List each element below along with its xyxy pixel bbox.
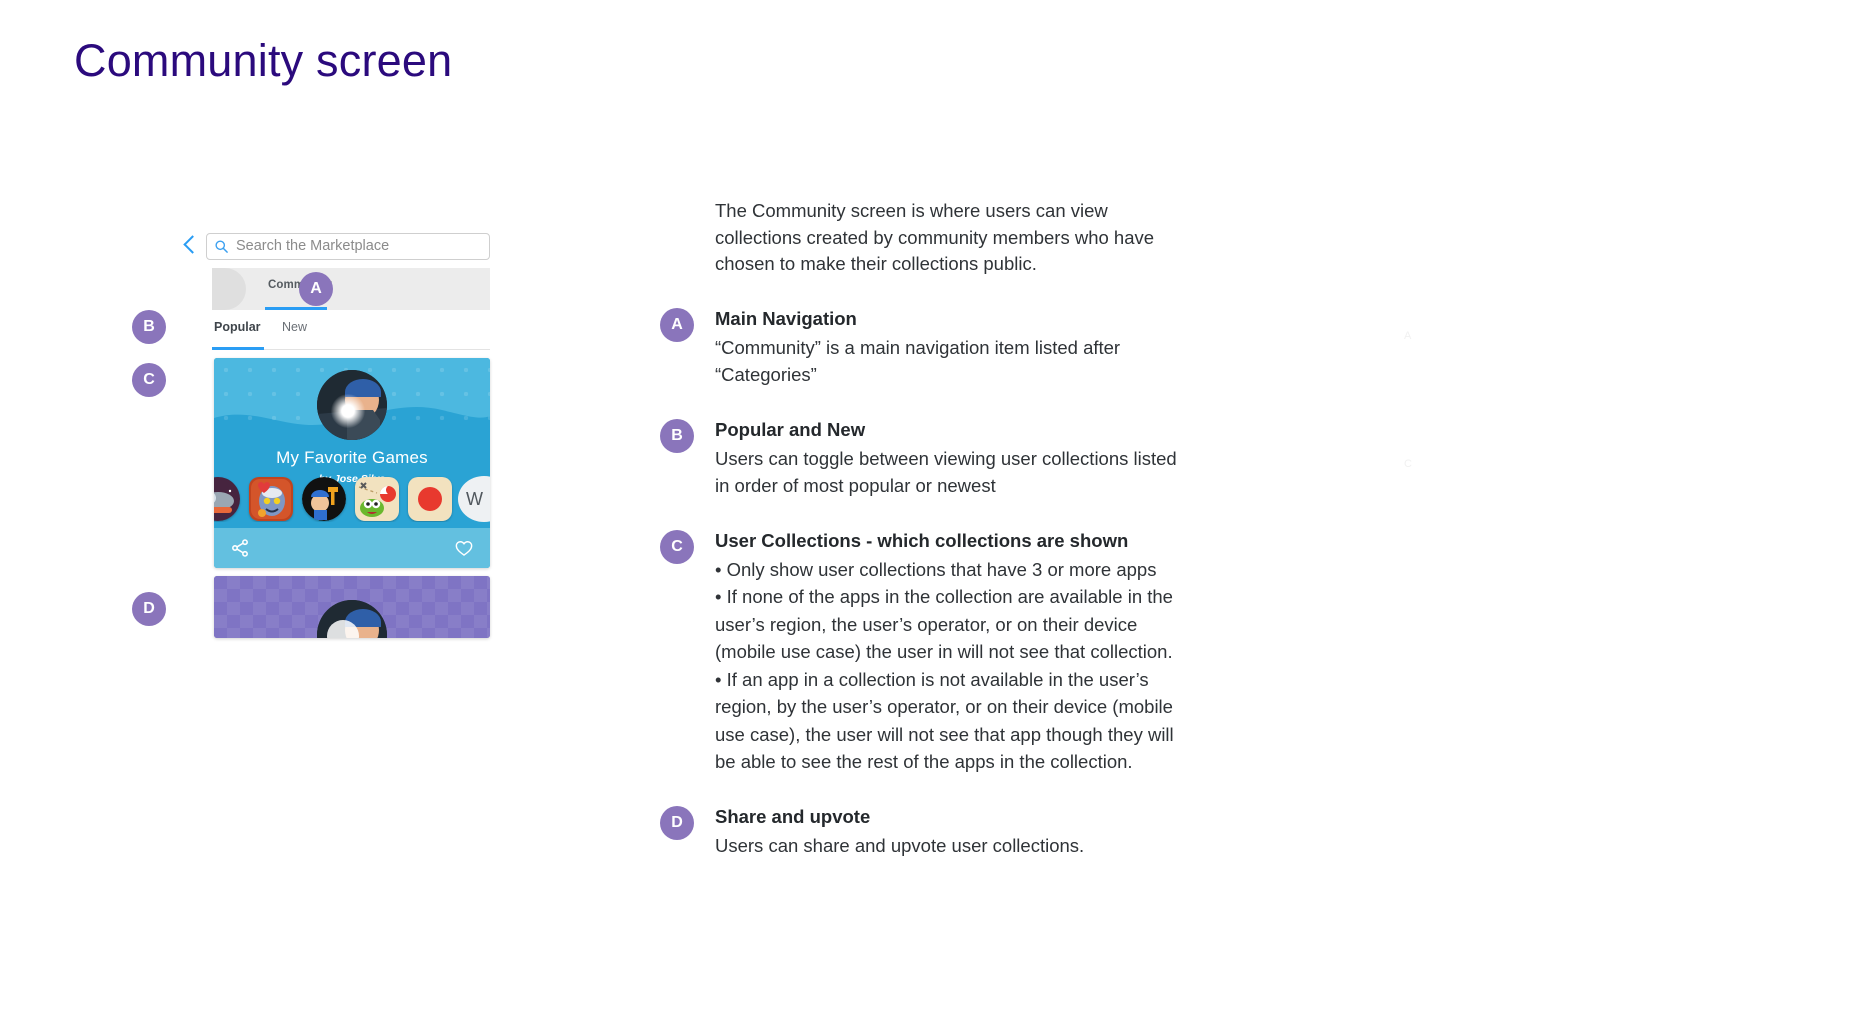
collection-card-next-hero [214, 576, 490, 638]
note-badge-b: B [660, 418, 694, 453]
note-badge-a: A [660, 307, 694, 342]
app-icon-5[interactable] [408, 477, 452, 521]
callout-badge-b: B [132, 310, 166, 344]
search-placeholder: Search the Marketplace [236, 237, 390, 254]
subtab-active-underline [212, 347, 264, 350]
note-c: C User Collections - which collections a… [660, 528, 1180, 776]
search-icon [215, 239, 228, 253]
ghost-mark-c: C [1404, 458, 1412, 470]
note-c-bullet-2: • If none of the apps in the collection … [715, 586, 1173, 663]
ghost-mark-a: A [1404, 330, 1412, 342]
note-title-b: Popular and New [715, 418, 866, 440]
slide-canvas: Community screen A C Search the Marketpl… [0, 0, 1860, 1013]
note-d: D Share and upvote Users can share and u… [660, 804, 1180, 860]
collection-card[interactable]: My Favorite Games by Jose Silva W [214, 358, 490, 568]
note-a: A Main Navigation “Community” is a main … [660, 306, 1180, 389]
back-chevron-icon[interactable] [180, 233, 200, 259]
share-icon[interactable] [230, 538, 250, 558]
note-b: B Popular and New Users can toggle betwe… [660, 417, 1180, 500]
subtab-popular[interactable]: Popular [214, 320, 261, 334]
collection-card-next[interactable] [214, 576, 490, 638]
note-body-d: Users can share and upvote user collecti… [715, 834, 1085, 856]
note-title-d: Share and upvote [715, 805, 871, 827]
callout-badge-d: D [132, 592, 166, 626]
app-icon-2[interactable] [249, 477, 293, 521]
note-title-c: User Collections - which collections are… [715, 529, 1129, 551]
annotations-column: The Community screen is where users can … [660, 198, 1180, 887]
page-title: Community screen [74, 35, 453, 86]
heart-icon[interactable] [454, 538, 474, 558]
app-icon-4[interactable] [355, 477, 399, 521]
callout-badge-a: A [299, 272, 333, 306]
note-body-c: • Only show user collections that have 3… [715, 556, 1180, 776]
lens-flare [331, 394, 365, 428]
callout-badge-c: C [132, 363, 166, 397]
note-badge-d: D [660, 805, 694, 840]
collection-actions-bar [214, 528, 490, 568]
note-title-a: Main Navigation [715, 307, 857, 329]
collection-card-hero: My Favorite Games by Jose Silva W [214, 358, 490, 528]
app-icon-1[interactable] [214, 477, 240, 521]
main-nav-strip: Community [212, 268, 490, 310]
nav-previous-item-pill[interactable] [212, 268, 246, 310]
avatar [317, 370, 387, 440]
note-body-a: “Community” is a main navigation item li… [715, 336, 1121, 386]
nav-active-underline [265, 307, 327, 310]
search-input[interactable]: Search the Marketplace [206, 232, 490, 260]
app-icon-3[interactable] [302, 477, 346, 521]
collection-app-row [214, 476, 490, 522]
intro-paragraph: The Community screen is where users can … [715, 200, 1155, 275]
note-badge-c: C [660, 529, 694, 564]
note-c-bullet-3: • If an app in a collection is not avail… [715, 668, 1174, 773]
subtab-bar: Popular New [212, 316, 490, 350]
note-body-b: Users can toggle between viewing user co… [715, 447, 1177, 497]
note-c-bullet-1: • Only show user collections that have 3… [715, 558, 1157, 580]
search-row: Search the Marketplace [180, 228, 490, 264]
collection-title: My Favorite Games [276, 448, 428, 467]
phone-mock: Search the Marketplace Community Popular… [180, 228, 490, 708]
subtab-new[interactable]: New [282, 320, 307, 334]
